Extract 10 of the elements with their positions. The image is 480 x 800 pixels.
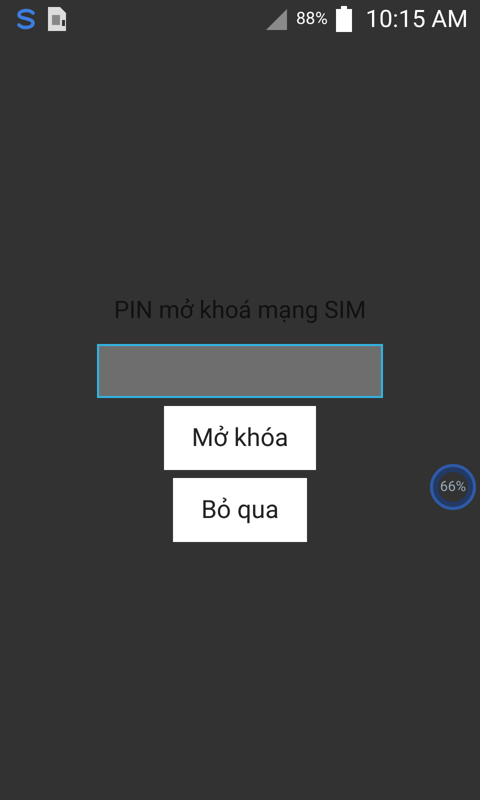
sim-card-icon xyxy=(46,6,68,32)
signal-icon xyxy=(264,7,288,31)
battery-percent: 88% xyxy=(296,9,328,29)
action-button[interactable]: Mở khóa xyxy=(164,406,316,470)
floating-widget[interactable]: 66% xyxy=(430,464,476,510)
action-button[interactable]: Bỏ qua xyxy=(173,478,307,542)
clock: 10:15 AM xyxy=(366,5,468,33)
s-logo-icon xyxy=(14,7,38,31)
battery-icon xyxy=(336,6,352,32)
pin-field[interactable] xyxy=(97,344,383,398)
